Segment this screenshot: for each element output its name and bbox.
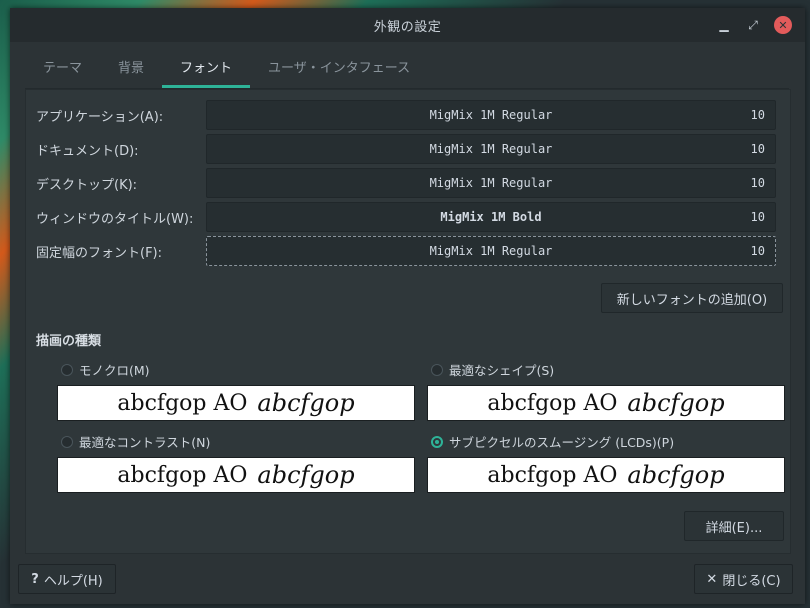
radio-indicator[interactable] (431, 363, 443, 376)
close-button-label: 閉じる(C) (722, 573, 781, 589)
tab-user-interface[interactable]: ユーザ・インタフェース (250, 50, 428, 88)
font-row-desktop: デスクトップ(K): MigMix 1M Regular 10 (36, 168, 780, 198)
tab-theme[interactable]: テーマ (25, 50, 100, 88)
font-name: MigMix 1M Regular (429, 142, 553, 156)
fonts-panel: アプリケーション(A): MigMix 1M Regular 10 ドキュメント… (25, 89, 791, 554)
radio-label: モノクロ(M) (79, 363, 150, 378)
radio-label: 最適なコントラスト(N) (79, 435, 211, 450)
radio-monochrome[interactable]: モノクロ(M) (61, 360, 150, 379)
tab-fonts[interactable]: フォント (162, 50, 251, 88)
rendering-section-title: 描画の種類 (36, 334, 102, 349)
radio-indicator[interactable] (431, 435, 443, 448)
help-button-label: ヘルプ(H) (43, 573, 103, 589)
font-size: 10 (750, 108, 765, 122)
radio-label: サブピクセルのスムージング (LCDs)(P) (449, 435, 675, 450)
preview-text: abcfgop AO (117, 462, 248, 488)
font-size: 10 (750, 244, 765, 258)
maximize-icon[interactable]: ⤢ (744, 16, 762, 34)
document-font-button[interactable]: MigMix 1M Regular 10 (206, 134, 776, 164)
close-button[interactable]: ✕ 閉じる(C) (694, 564, 793, 594)
radio-best-shape[interactable]: 最適なシェイプ(S) (431, 360, 554, 379)
font-row-label: デスクトップ(K): (36, 177, 138, 193)
font-row-window-title: ウィンドウのタイトル(W): MigMix 1M Bold 10 (36, 202, 780, 232)
preview-italic-text: abcfgop (257, 389, 355, 417)
font-row-label: ドキュメント(D): (36, 143, 139, 159)
preview-subpixel-smoothing: abcfgop AO abcfgop (427, 457, 785, 493)
radio-label: 最適なシェイプ(S) (449, 363, 555, 378)
monospace-font-button[interactable]: MigMix 1M Regular 10 (206, 236, 776, 266)
preview-italic-text: abcfgop (257, 461, 355, 489)
desktop-font-button[interactable]: MigMix 1M Regular 10 (206, 168, 776, 198)
minimize-icon[interactable]: ▁ (715, 16, 733, 34)
preview-text: abcfgop AO (117, 390, 248, 416)
radio-indicator[interactable] (61, 435, 73, 448)
preview-best-shape: abcfgop AO abcfgop (427, 385, 785, 421)
font-size: 10 (750, 210, 765, 224)
window-title: 外観の設定 (373, 19, 442, 35)
close-icon: ✕ (706, 571, 718, 587)
font-row-label: 固定幅のフォント(F): (36, 245, 163, 261)
font-row-label: アプリケーション(A): (36, 109, 164, 125)
radio-subpixel-smoothing[interactable]: サブピクセルのスムージング (LCDs)(P) (431, 432, 674, 451)
font-size: 10 (750, 142, 765, 156)
window-title-font-button[interactable]: MigMix 1M Bold 10 (206, 202, 776, 232)
font-row-document: ドキュメント(D): MigMix 1M Regular 10 (36, 134, 780, 164)
appearance-settings-window: 外観の設定 ▁ ⤢ ✕ テーマ 背景 フォント ユーザ・インタフェース アプリケ… (10, 8, 805, 604)
radio-best-contrast[interactable]: 最適なコントラスト(N) (61, 432, 210, 451)
application-font-button[interactable]: MigMix 1M Regular 10 (206, 100, 776, 130)
font-row-label: ウィンドウのタイトル(W): (36, 211, 194, 227)
font-row-monospace: 固定幅のフォント(F): MigMix 1M Regular 10 (36, 236, 780, 266)
font-size: 10 (750, 176, 765, 190)
font-name: MigMix 1M Regular (429, 108, 553, 122)
font-name: MigMix 1M Bold (440, 210, 542, 224)
tab-bar: テーマ 背景 フォント ユーザ・インタフェース (25, 50, 789, 89)
tab-background[interactable]: 背景 (100, 50, 162, 88)
close-icon[interactable]: ✕ (774, 16, 792, 34)
font-name: MigMix 1M Regular (429, 244, 553, 258)
help-icon: ? (31, 571, 39, 587)
preview-italic-text: abcfgop (627, 461, 725, 489)
title-bar[interactable]: 外観の設定 ▁ ⤢ ✕ (10, 8, 805, 42)
preview-monochrome: abcfgop AO abcfgop (57, 385, 415, 421)
preview-text: abcfgop AO (487, 390, 618, 416)
preview-italic-text: abcfgop (627, 389, 725, 417)
font-name: MigMix 1M Regular (429, 176, 553, 190)
font-row-application: アプリケーション(A): MigMix 1M Regular 10 (36, 100, 780, 130)
radio-indicator[interactable] (61, 363, 73, 376)
add-font-button[interactable]: 新しいフォントの追加(O) (601, 283, 783, 313)
preview-best-contrast: abcfgop AO abcfgop (57, 457, 415, 493)
preview-text: abcfgop AO (487, 462, 618, 488)
help-button[interactable]: ? ヘルプ(H) (18, 564, 116, 594)
details-button[interactable]: 詳細(E)... (684, 511, 784, 541)
